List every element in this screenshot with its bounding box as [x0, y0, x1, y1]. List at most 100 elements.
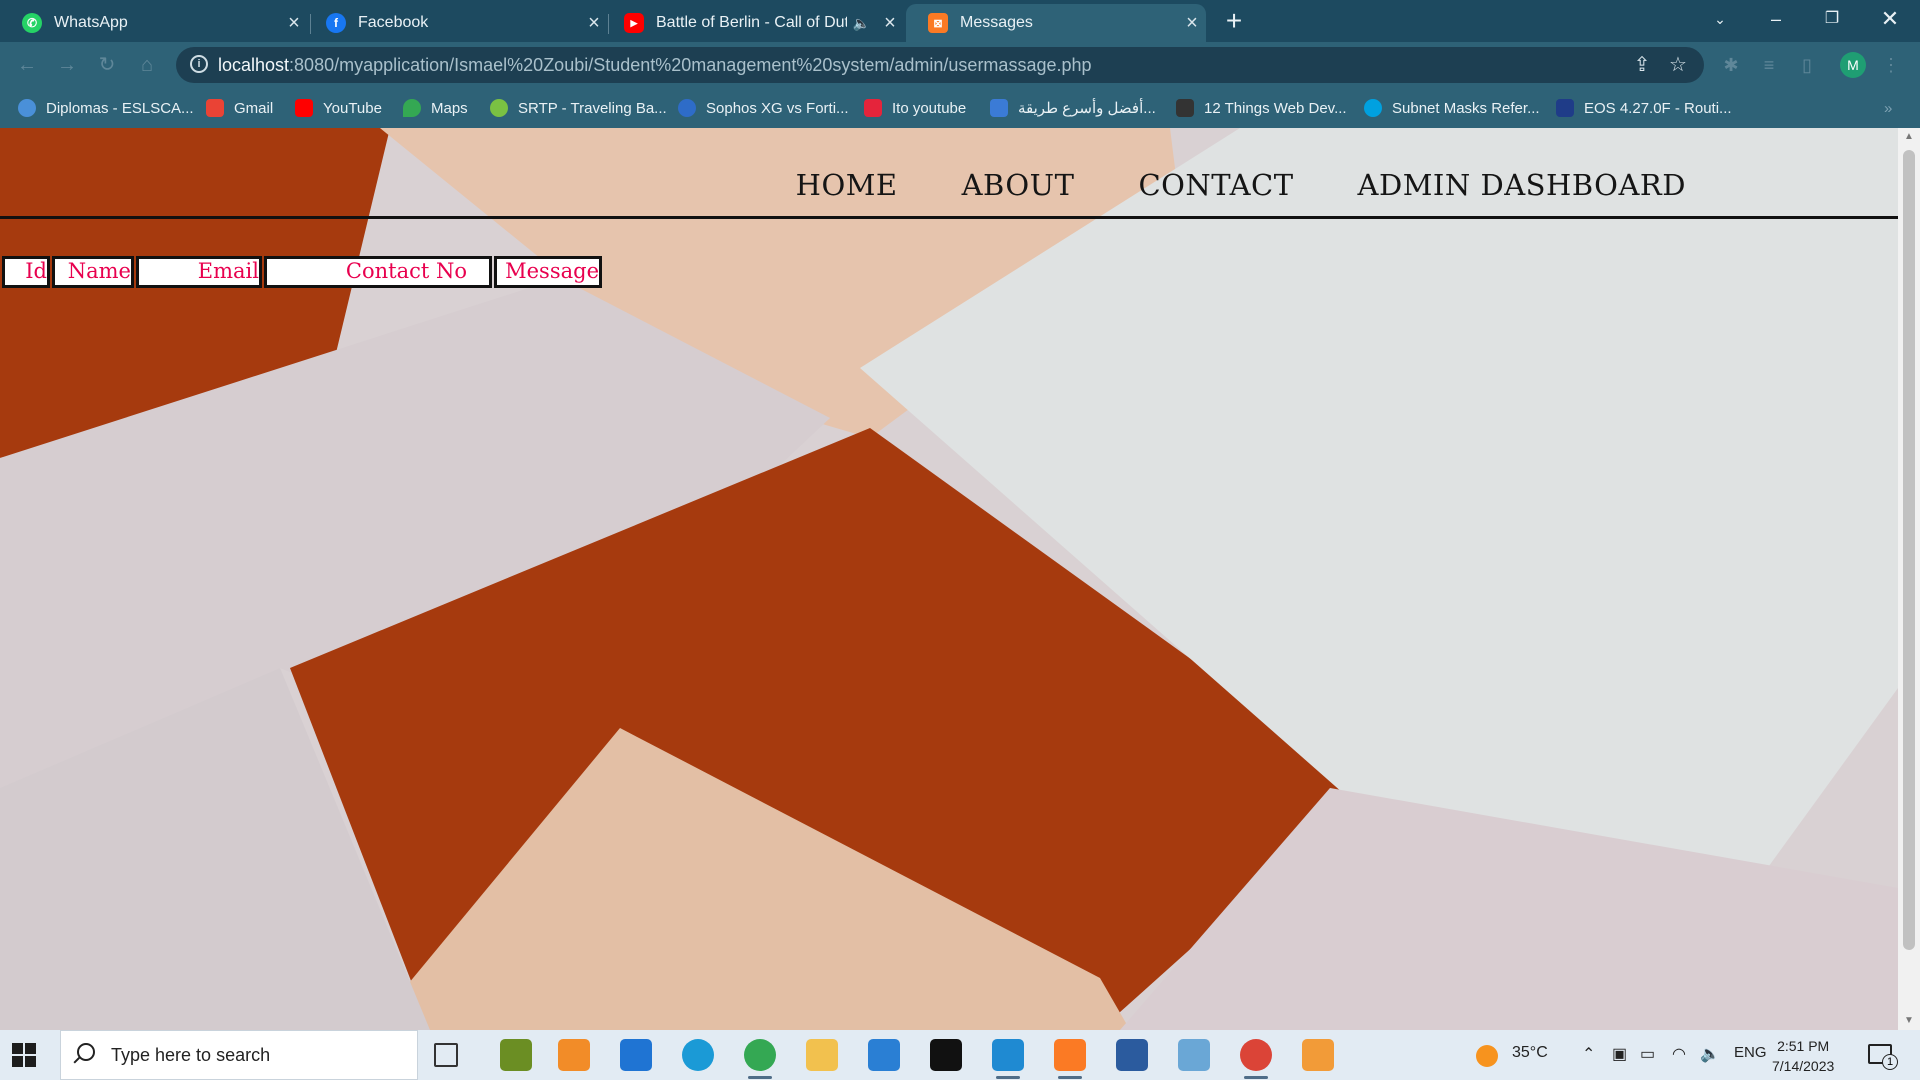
close-tab-icon[interactable]: ×	[1178, 12, 1206, 35]
browser-toolbar: ← → ↻ ⌂ i localhost:8080/myapplication/I…	[0, 42, 1920, 88]
share-icon[interactable]: ⇪	[1630, 53, 1654, 77]
language-indicator[interactable]: ENG	[1734, 1044, 1767, 1061]
edge-icon[interactable]	[682, 1039, 714, 1071]
bookmark-favicon-icon	[1176, 99, 1194, 117]
tab-title: Messages	[960, 14, 1033, 31]
task-view-icon[interactable]	[434, 1043, 458, 1067]
page-scrollbar[interactable]: ▲ ▼	[1898, 128, 1920, 1030]
media-player-icon[interactable]	[1302, 1039, 1334, 1071]
bookmark-label: Sophos XG vs Forti...	[706, 99, 849, 117]
video-editor-icon[interactable]	[868, 1039, 900, 1071]
column-header-message: Message	[494, 256, 602, 288]
more-menu-icon[interactable]: ⋮	[1880, 54, 1902, 76]
notifications-icon[interactable]: 1	[1868, 1044, 1898, 1070]
site-navigation: HOME ABOUT CONTACT ADMIN DASHBOARD	[796, 168, 1686, 202]
extensions-icon[interactable]: ✱	[1720, 54, 1742, 76]
weather-sun-icon[interactable]	[1476, 1045, 1498, 1067]
bookmark-item[interactable]: Diplomas - ESLSCA...	[18, 96, 194, 120]
close-tab-icon[interactable]: ×	[876, 12, 904, 35]
windows-start-icon[interactable]	[12, 1043, 36, 1067]
column-header-name: Name	[52, 256, 134, 288]
bookmark-item[interactable]: Gmail	[206, 96, 273, 120]
arista-icon	[1556, 99, 1574, 117]
reload-icon[interactable]: ↻	[92, 50, 122, 80]
restore-button[interactable]: ❐	[1804, 0, 1860, 38]
meet-now-icon[interactable]: ▣	[1612, 1044, 1627, 1064]
search-icon	[77, 1043, 95, 1061]
chrome-icon[interactable]	[1240, 1039, 1272, 1079]
nav-contact-link[interactable]: CONTACT	[1138, 168, 1293, 202]
bookmark-item[interactable]: أفضل وأسرع طريقة...	[990, 96, 1156, 120]
site-info-icon[interactable]: i	[190, 55, 208, 73]
xampp-icon[interactable]	[1054, 1039, 1086, 1079]
tab-youtube-video[interactable]: ▶ Battle of Berlin - Call of Duty 🔈 ×	[602, 4, 904, 42]
bookmark-label: EOS 4.27.0F - Routi...	[1584, 99, 1732, 117]
bookmark-item[interactable]: YouTube	[295, 96, 382, 120]
tab-title: Facebook	[358, 14, 429, 31]
bookmark-favicon-icon	[864, 99, 882, 117]
remote-desktop-icon[interactable]	[558, 1039, 590, 1071]
tab-search-icon[interactable]: ⌄	[1692, 0, 1748, 38]
url-text[interactable]: localhost:8080/myapplication/Ismael%20Zo…	[218, 55, 1092, 76]
taskbar-search-box[interactable]: Type here to search	[60, 1030, 418, 1080]
bookmark-label: YouTube	[323, 99, 382, 117]
scroll-down-icon[interactable]: ▼	[1898, 1012, 1920, 1030]
bookmark-star-icon[interactable]: ☆	[1666, 53, 1690, 77]
vscode-icon[interactable]	[992, 1039, 1024, 1079]
nav-admin-dashboard-link[interactable]: ADMIN DASHBOARD	[1358, 168, 1686, 202]
forward-icon[interactable]: →	[52, 50, 82, 80]
bookmarks-overflow-icon[interactable]: »	[1884, 96, 1892, 120]
bookmark-item[interactable]: SRTP - Traveling Ba...	[490, 96, 667, 120]
file-explorer-icon[interactable]	[806, 1039, 838, 1071]
side-panel-icon[interactable]: ▯	[1796, 54, 1818, 76]
battery-icon[interactable]: ▭	[1640, 1044, 1655, 1064]
url-host: localhost	[218, 55, 290, 75]
bookmark-item[interactable]: Ito youtube	[864, 96, 966, 120]
bookmark-item[interactable]: EOS 4.27.0F - Routi...	[1556, 96, 1732, 120]
tab-whatsapp[interactable]: ✆ WhatsApp ×	[0, 4, 308, 42]
bookmark-item[interactable]: Sophos XG vs Forti...	[678, 96, 849, 120]
bookmark-favicon-icon	[990, 99, 1008, 117]
scrollbar-thumb[interactable]	[1903, 150, 1915, 950]
sql-server-icon[interactable]	[1116, 1039, 1148, 1071]
system-clock[interactable]: 2:51 PM 7/14/2023	[1772, 1036, 1834, 1076]
chrome-profile-icon[interactable]	[744, 1039, 776, 1079]
tab-messages[interactable]: ⊠ Messages ×	[906, 4, 1206, 42]
url-path: :8080/myapplication/Ismael%20Zoubi/Stude…	[289, 55, 1092, 75]
bookmark-label: Gmail	[234, 99, 274, 117]
mail-icon[interactable]	[620, 1039, 652, 1071]
leaf-icon	[490, 99, 508, 117]
column-header-id: Id	[2, 256, 50, 288]
home-icon[interactable]: ⌂	[132, 50, 162, 80]
tab-facebook[interactable]: f Facebook ×	[304, 4, 608, 42]
scroll-up-icon[interactable]: ▲	[1898, 128, 1920, 146]
back-icon[interactable]: ←	[12, 50, 42, 80]
xampp-icon: ⊠	[928, 13, 948, 33]
address-bar[interactable]: i localhost:8080/myapplication/Ismael%20…	[176, 47, 1704, 83]
minimize-button[interactable]: –	[1748, 0, 1804, 38]
bookmark-label: 12 Things Web Dev...	[1204, 99, 1347, 117]
bookmark-item[interactable]: Subnet Masks Refer...	[1364, 96, 1540, 120]
wifi-icon[interactable]: ◠	[1672, 1044, 1686, 1064]
paint-icon[interactable]	[500, 1039, 532, 1071]
weather-temperature[interactable]: 35°C	[1512, 1044, 1548, 1062]
bookmark-item[interactable]: Maps	[403, 96, 468, 120]
tab-title: WhatsApp	[54, 14, 128, 31]
profile-avatar[interactable]: M	[1840, 52, 1866, 78]
volume-icon[interactable]: 🔈	[1700, 1044, 1720, 1064]
nav-home-link[interactable]: HOME	[796, 168, 898, 202]
reading-list-icon[interactable]: ≡	[1758, 54, 1780, 76]
bookmark-label: SRTP - Traveling Ba...	[518, 99, 667, 117]
close-window-button[interactable]: ✕	[1862, 0, 1918, 38]
cloud-icon	[1364, 99, 1382, 117]
bookmark-item[interactable]: 12 Things Web Dev...	[1176, 96, 1347, 120]
bookmarks-bar: Diplomas - ESLSCA... Gmail YouTube Maps …	[0, 88, 1920, 128]
speaker-icon[interactable]: 🔈	[853, 15, 870, 32]
windows-taskbar: Type here to search 35°C ⌃ ▣ ▭ ◠ 🔈 ENG 2…	[0, 1030, 1920, 1080]
notes-icon[interactable]	[1178, 1039, 1210, 1071]
terminal-icon[interactable]	[930, 1039, 962, 1071]
show-hidden-icons-icon[interactable]: ⌃	[1582, 1044, 1595, 1064]
nav-about-link[interactable]: ABOUT	[962, 168, 1075, 202]
maps-icon	[403, 99, 421, 117]
new-tab-button[interactable]: +	[1218, 6, 1250, 38]
